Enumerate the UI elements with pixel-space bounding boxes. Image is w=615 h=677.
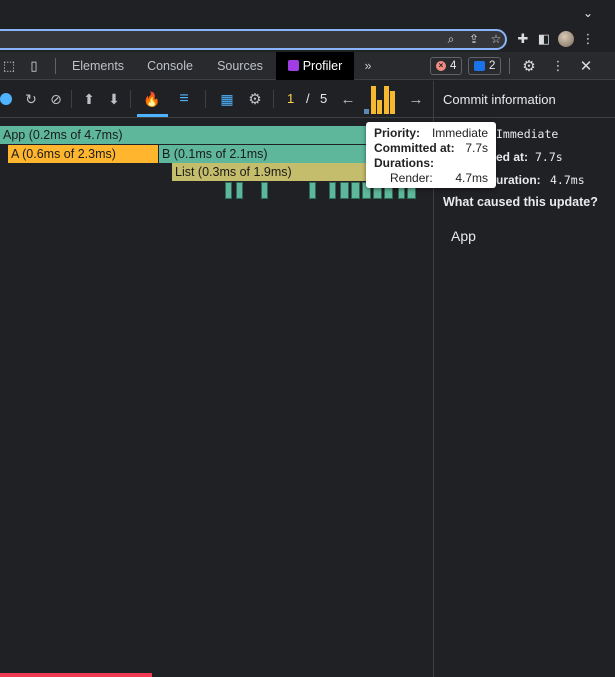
priority-value: Immediate <box>496 127 559 141</box>
device-toolbar-icon[interactable]: ▯ <box>25 57 43 75</box>
divider <box>71 90 72 108</box>
total-commit-count: 5 <box>320 91 328 106</box>
previous-commit-arrow-icon[interactable]: ← <box>339 90 357 108</box>
record-button[interactable] <box>0 90 15 108</box>
flame-chart-icon[interactable]: 🔥 <box>143 90 161 108</box>
tooltip-render-label: Render: <box>390 171 433 185</box>
tooltip-committed-label: Committed at: <box>374 141 455 155</box>
flame-node-a[interactable]: A (0.6ms of 2.3ms) <box>8 145 158 163</box>
what-caused-update-heading: What caused this update? <box>443 195 598 209</box>
panel-title: Commit information <box>434 81 615 118</box>
commit-bar-chart[interactable] <box>364 84 397 114</box>
commit-bar[interactable] <box>364 109 369 114</box>
flame-node-item[interactable] <box>236 182 243 199</box>
inspect-element-icon[interactable]: ⬚ <box>0 57 18 75</box>
settings-gear-icon[interactable]: ⚙ <box>520 57 538 75</box>
zoom-icon[interactable]: ⌕ <box>443 31 459 47</box>
tab-console[interactable]: Console <box>137 52 203 80</box>
profiler-settings-gear-icon[interactable]: ⚙ <box>246 90 264 108</box>
save-profile-icon[interactable]: ⬇ <box>105 90 123 108</box>
divider <box>205 90 206 108</box>
flame-node-item[interactable] <box>261 182 268 199</box>
extensions-puzzle-icon[interactable]: ✚ <box>514 30 532 48</box>
chevron-down-icon[interactable]: ⌄ <box>583 6 593 20</box>
flame-graph: App (0.2ms of 4.7ms) A (0.6ms of 2.3ms) … <box>0 118 433 677</box>
active-view-indicator <box>137 114 168 117</box>
render-duration-label: uration: <box>496 173 541 187</box>
commit-bar[interactable] <box>370 86 376 114</box>
error-count: 4 <box>450 60 457 72</box>
flame-node-item[interactable] <box>351 182 360 199</box>
render-duration-value: 4.7ms <box>550 173 585 187</box>
divider <box>509 58 510 74</box>
tab-sources[interactable]: Sources <box>207 52 273 80</box>
message-icon <box>474 61 485 71</box>
committed-at-label: ed at: <box>496 150 529 164</box>
bookmark-star-icon[interactable]: ☆ <box>488 31 504 47</box>
current-commit-index: 1 <box>287 91 295 106</box>
bottom-accent-strip <box>0 673 152 677</box>
tab-elements[interactable]: Elements <box>63 52 133 80</box>
side-panel-icon[interactable]: ◧ <box>535 30 553 48</box>
tooltip-priority-label: Priority: <box>374 126 421 140</box>
error-count-badge[interactable]: × 4 <box>430 57 463 75</box>
divider <box>273 90 274 108</box>
close-devtools-icon[interactable]: ✕ <box>577 57 595 75</box>
clear-profile-icon[interactable]: ⊘ <box>47 90 65 108</box>
next-commit-arrow-icon[interactable]: → <box>407 90 425 108</box>
tab-profiler[interactable]: Profiler <box>276 52 354 80</box>
flame-node-item[interactable] <box>225 182 232 199</box>
flame-node-item[interactable] <box>309 182 316 199</box>
devtools-menu-icon[interactable]: ⋮ <box>549 57 567 75</box>
reload-and-profile-icon[interactable]: ↻ <box>22 90 40 108</box>
commit-bar[interactable] <box>390 91 395 114</box>
divider <box>55 58 56 74</box>
browser-menu-icon[interactable]: ⋮ <box>579 30 597 48</box>
timeline-calendar-icon[interactable]: ▦ <box>218 90 236 108</box>
tooltip-priority-value: Immediate <box>431 126 488 140</box>
avatar[interactable] <box>558 31 574 47</box>
share-icon[interactable]: ⇪ <box>466 31 482 47</box>
address-bar[interactable] <box>0 29 507 50</box>
update-cause-component[interactable]: App <box>451 228 476 244</box>
commit-bar[interactable] <box>377 100 382 114</box>
committed-at-value: 7.7s <box>535 150 563 164</box>
ranked-chart-icon[interactable]: ≡ <box>175 90 193 108</box>
react-icon <box>287 60 299 71</box>
tooltip-render-value: 4.7ms <box>455 171 488 185</box>
load-profile-icon[interactable]: ⬆ <box>80 90 98 108</box>
tooltip-durations-label: Durations: <box>374 156 434 170</box>
flame-node-item[interactable] <box>340 182 349 199</box>
tooltip-committed-value: 7.7s <box>465 141 488 155</box>
message-count-badge[interactable]: 2 <box>468 57 502 75</box>
devtools-tab-strip: ⬚ ▯ Elements Console Sources Profiler » … <box>0 52 615 80</box>
error-icon: × <box>436 61 446 71</box>
tab-profiler-label: Profiler <box>302 59 343 73</box>
commit-bar[interactable] <box>383 86 389 114</box>
more-tabs-button[interactable]: » <box>358 52 378 80</box>
record-dot-icon <box>0 93 12 105</box>
divider <box>130 90 131 108</box>
flame-node-item[interactable] <box>329 182 336 199</box>
commit-separator: / <box>306 91 310 106</box>
commit-tooltip: Priority: Immediate Committed at: 7.7s D… <box>366 122 496 188</box>
message-count: 2 <box>489 60 496 72</box>
